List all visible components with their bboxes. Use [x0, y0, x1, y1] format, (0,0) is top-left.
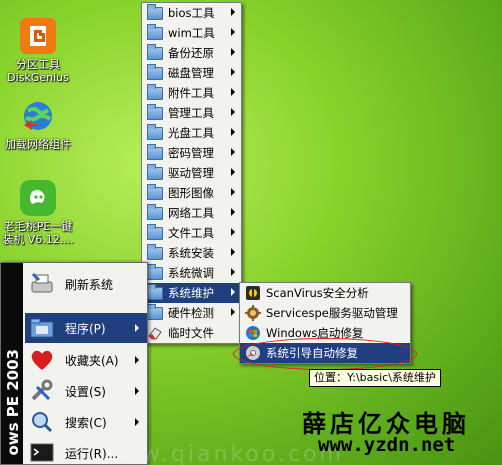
- location-tooltip: 位置：Y:\basic\系统维护: [309, 369, 441, 387]
- menu-item-graphics[interactable]: 图形图像: [142, 183, 241, 203]
- submenu-arrow-icon: [231, 148, 235, 156]
- scanvirus-icon: [245, 285, 261, 301]
- folder-icon: [147, 224, 163, 240]
- menu-item-hardware-detect[interactable]: 硬件检测: [142, 303, 241, 323]
- start-item-favorites[interactable]: 收藏夹(A): [25, 345, 147, 375]
- desktop-icon-label: 加载网络组件: [5, 138, 71, 151]
- folder-icon: [147, 304, 163, 320]
- submenu-arrow-icon: [231, 248, 235, 256]
- submenu-arrow-icon: [231, 128, 235, 136]
- submenu-arrow-icon: [231, 108, 235, 116]
- folder-icon: [147, 124, 163, 140]
- desktop-icon-label: 老毛桃PE一键 装机 V6.12....: [2, 220, 74, 246]
- menu-item-password-management[interactable]: 密码管理: [142, 143, 241, 163]
- menu-item-system-maintenance[interactable]: 系统维护: [142, 283, 241, 303]
- start-menu-band: ows PE 2003: [1, 263, 23, 464]
- submenu-arrow-icon: [231, 268, 235, 276]
- folder-icon: [147, 144, 163, 160]
- folder-icon: [147, 104, 163, 120]
- folder-icon: [147, 244, 163, 260]
- submenu-arrow-icon: [231, 88, 235, 96]
- heart-icon: [29, 348, 55, 372]
- submenu-arrow-icon: [231, 308, 235, 316]
- folder-icon: [147, 24, 163, 40]
- menu-item-system-install[interactable]: 系统安装: [142, 243, 241, 263]
- submenu-arrow-icon: [231, 28, 235, 36]
- menu-item-file-tools[interactable]: 文件工具: [142, 223, 241, 243]
- start-item-settings[interactable]: 设置(S): [25, 376, 147, 406]
- desktop-icon-label: 分区工具 DiskGenius: [7, 58, 69, 84]
- desktop-icon-pe-installer[interactable]: 老毛桃PE一键 装机 V6.12....: [0, 180, 78, 246]
- desktop-icon-diskgenius[interactable]: 分区工具 DiskGenius: [0, 18, 78, 84]
- submenu-arrow-icon: [135, 418, 139, 426]
- submenu-arrow-icon: [231, 48, 235, 56]
- start-item-search[interactable]: 搜索(C): [25, 407, 147, 437]
- folder-icon: [147, 204, 163, 220]
- search-icon: [29, 410, 55, 434]
- submenu-arrow-icon: [231, 8, 235, 16]
- folder-icon: [147, 264, 163, 280]
- menu-item-servicespe[interactable]: Servicespe服务驱动管理: [240, 303, 410, 323]
- start-menu: ows PE 2003 刷新系统 程序(P) 收藏夹(A) 设置(S) 搜索(C…: [0, 262, 148, 465]
- folder-icon: [147, 284, 163, 300]
- folder-icon: [147, 184, 163, 200]
- submenu-arrow-icon: [135, 356, 139, 364]
- submenu-arrow-icon: [231, 288, 235, 296]
- folder-icon: [147, 64, 163, 80]
- highlight-oval: [233, 338, 417, 370]
- submenu-arrow-icon: [135, 324, 139, 332]
- menu-item-accessories[interactable]: 附件工具: [142, 83, 241, 103]
- diskgenius-icon: [20, 18, 56, 54]
- menu-item-network-tools[interactable]: 网络工具: [142, 203, 241, 223]
- service-gear-icon: [245, 305, 261, 321]
- folder-icon: [147, 164, 163, 180]
- network-globe-icon: [20, 98, 56, 134]
- menu-item-driver-management[interactable]: 驱动管理: [142, 163, 241, 183]
- watermark-faint-url: www.qiankoo.com: [100, 442, 344, 465]
- submenu-arrow-icon: [231, 228, 235, 236]
- run-icon: [29, 441, 55, 465]
- start-item-refresh-system[interactable]: 刷新系统: [25, 269, 147, 299]
- submenu-arrow-icon: [231, 208, 235, 216]
- submenu-arrow-icon: [231, 188, 235, 196]
- submenu-arrow-icon: [135, 387, 139, 395]
- menu-item-disk-management[interactable]: 磁盘管理: [142, 63, 241, 83]
- menu-item-system-tweak[interactable]: 系统微调: [142, 263, 241, 283]
- eraser-icon: [147, 325, 163, 341]
- menu-item-backup-restore[interactable]: 备份还原: [142, 43, 241, 63]
- watermark-url: www.yzdn.net: [318, 434, 456, 456]
- windows-repair-icon: [245, 325, 261, 341]
- desktop-icon-network[interactable]: 加载网络组件: [0, 98, 78, 151]
- pe-installer-icon: [20, 180, 56, 216]
- programs-menu: bios工具 wim工具 备份还原 磁盘管理 附件工具 管理工具 光盘工具 密码…: [141, 2, 242, 344]
- menu-item-admin-tools[interactable]: 管理工具: [142, 103, 241, 123]
- menu-item-cd-tools[interactable]: 光盘工具: [142, 123, 241, 143]
- menu-item-bios-tools[interactable]: bios工具: [142, 3, 241, 23]
- menu-item-wim-tools[interactable]: wim工具: [142, 23, 241, 43]
- folder-icon: [147, 4, 163, 20]
- programs-folder-icon: [29, 316, 55, 340]
- start-item-programs[interactable]: 程序(P): [25, 313, 147, 343]
- folder-icon: [147, 44, 163, 60]
- submenu-arrow-icon: [231, 168, 235, 176]
- refresh-printer-icon: [29, 272, 55, 296]
- menu-item-temp-files[interactable]: 临时文件: [142, 323, 241, 343]
- submenu-arrow-icon: [231, 68, 235, 76]
- menu-item-scanvirus[interactable]: ScanVirus安全分析: [240, 283, 410, 303]
- tools-icon: [29, 379, 55, 403]
- folder-icon: [147, 84, 163, 100]
